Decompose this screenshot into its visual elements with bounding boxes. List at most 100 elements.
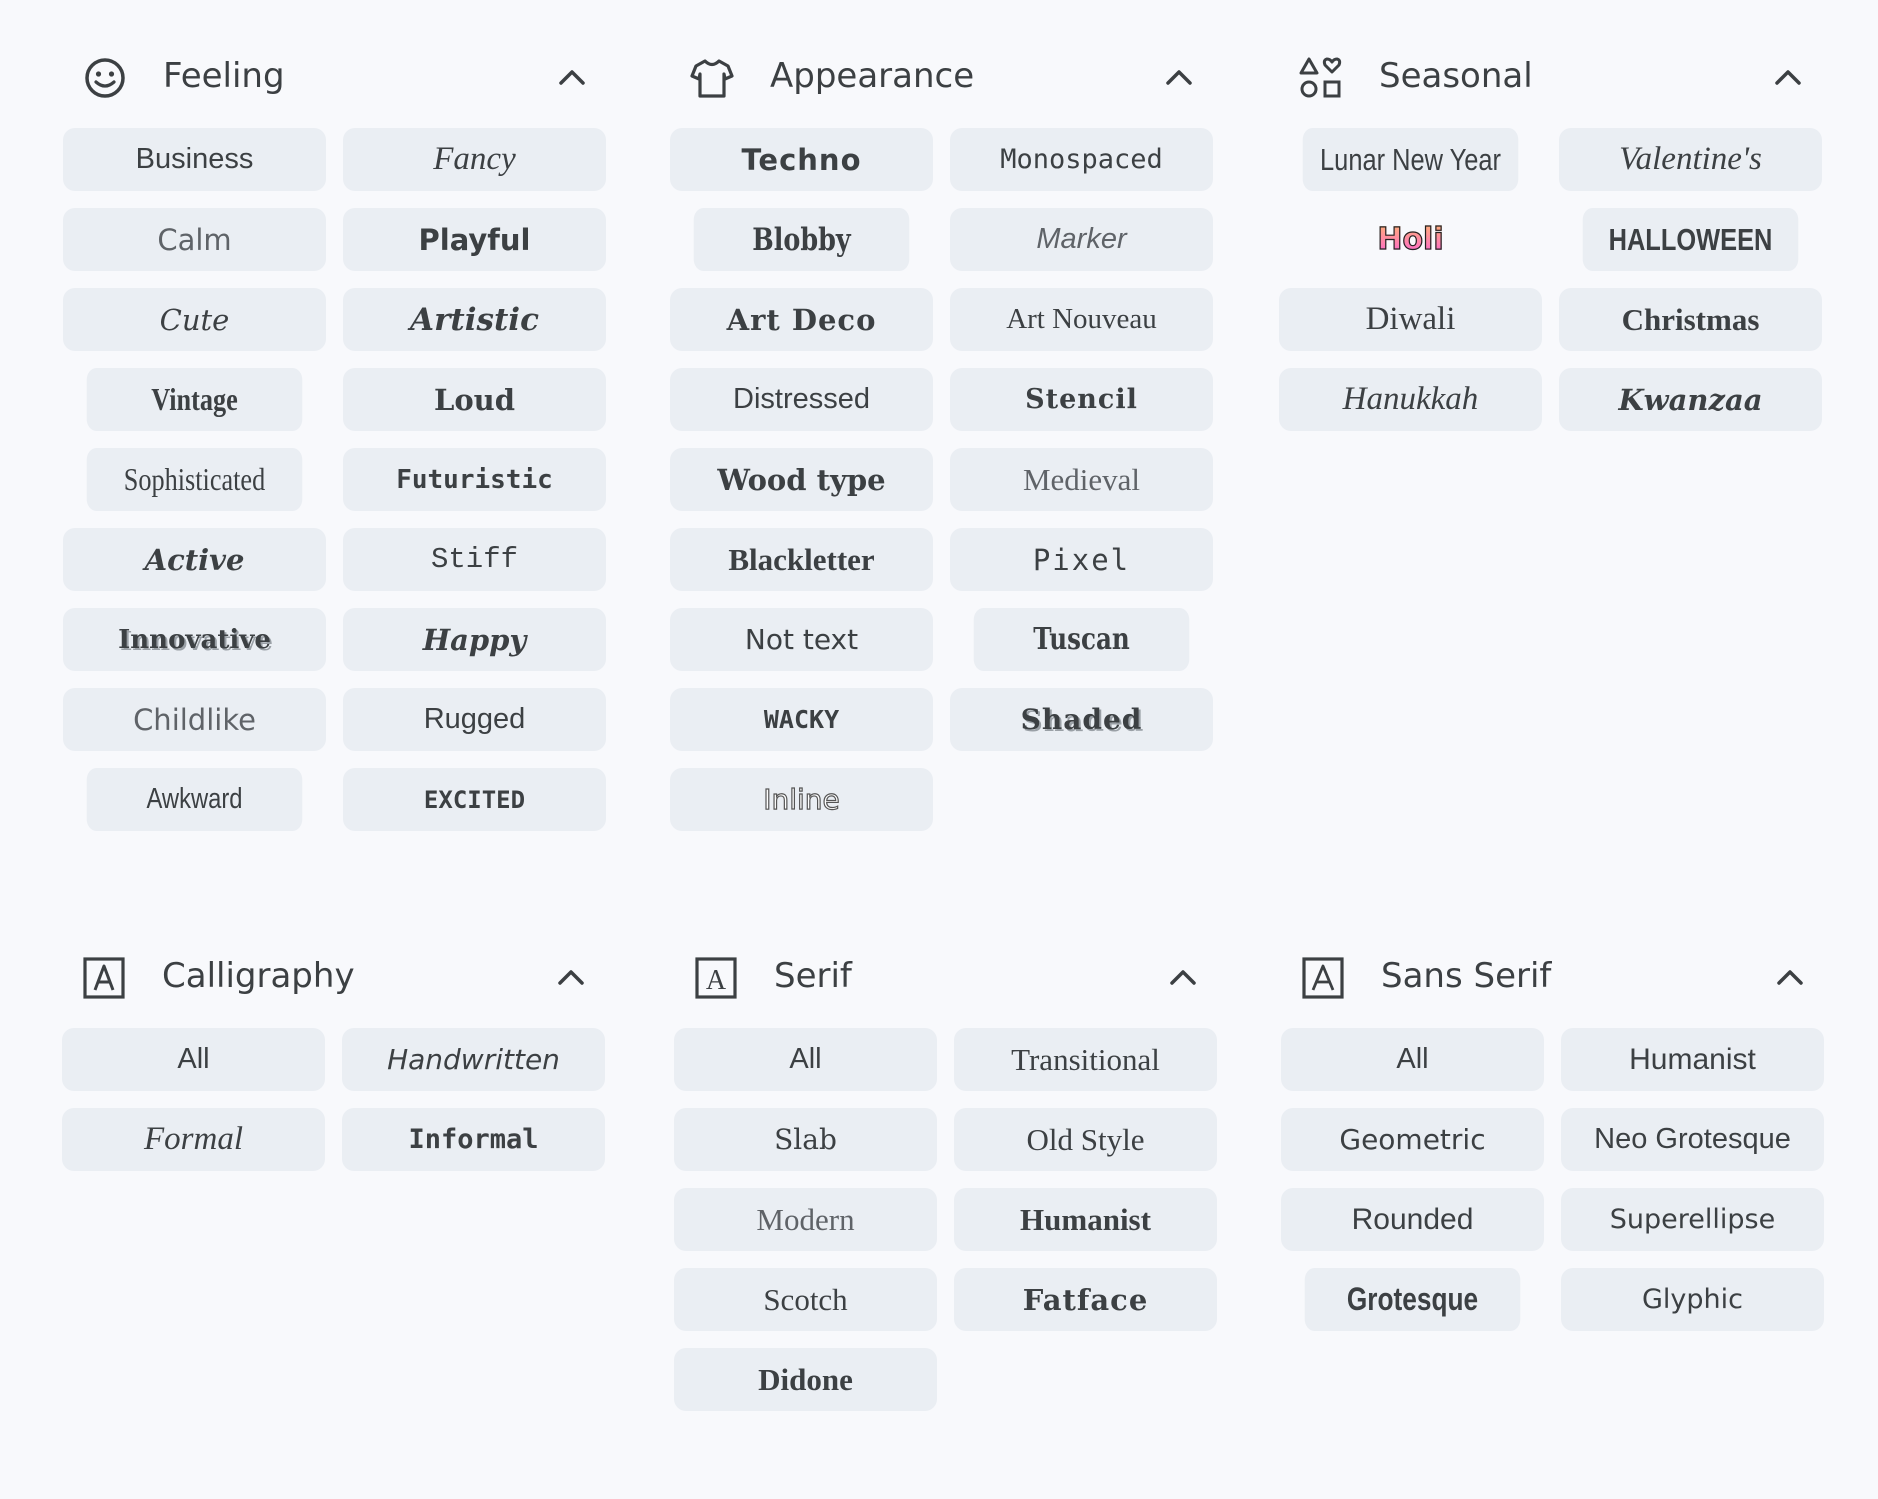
chip-grid-seasonal: Lunar New Year Valentine's Holi HALLOWEE… — [1279, 128, 1822, 431]
chip-calm[interactable]: Calm — [63, 208, 326, 271]
chip-medieval[interactable]: Medieval — [950, 448, 1213, 511]
chip-scotch[interactable]: Scotch — [674, 1268, 937, 1331]
chip-tuscan[interactable]: Tuscan — [973, 608, 1190, 671]
section-header-seasonal[interactable]: Seasonal — [1279, 38, 1825, 114]
section-header-calligraphy[interactable]: Calligraphy — [62, 938, 608, 1014]
chip-glyphic[interactable]: Glyphic — [1561, 1268, 1824, 1331]
collapse-chevron-up-icon[interactable] — [1162, 60, 1196, 94]
chip-business[interactable]: Business — [63, 128, 326, 191]
chip-all[interactable]: All — [62, 1028, 325, 1091]
chip-cute[interactable]: Cute — [63, 288, 326, 351]
section-feeling: Feeling Business Fancy Calm Playful Cute… — [63, 38, 609, 831]
chip-grid-feeling: Business Fancy Calm Playful Cute Artisti… — [63, 128, 606, 831]
chip-humanist[interactable]: Humanist — [954, 1188, 1217, 1251]
chip-holi[interactable]: Holi — [1279, 208, 1542, 271]
chip-grid-calligraphy: All Handwritten Formal Informal — [62, 1028, 605, 1171]
chip-lunar-new-year[interactable]: Lunar New Year — [1302, 128, 1519, 191]
chip-modern[interactable]: Modern — [674, 1188, 937, 1251]
collapse-chevron-up-icon[interactable] — [1773, 960, 1807, 994]
chip-transitional[interactable]: Transitional — [954, 1028, 1217, 1091]
chip-monospaced[interactable]: Monospaced — [950, 128, 1213, 191]
section-calligraphy: Calligraphy All Handwritten Formal Infor… — [62, 938, 608, 1171]
section-title: Serif — [774, 956, 852, 996]
smiley-face-icon — [83, 56, 127, 100]
chip-grid-appearance: Techno Monospaced Blobby Marker Art Deco… — [670, 128, 1213, 831]
chip-christmas[interactable]: Christmas — [1559, 288, 1822, 351]
section-title: Feeling — [163, 56, 285, 96]
chip-distressed[interactable]: Distressed — [670, 368, 933, 431]
chip-all[interactable]: All — [1281, 1028, 1544, 1091]
chip-stiff[interactable]: Stiff — [343, 528, 606, 591]
chip-blackletter[interactable]: Blackletter — [670, 528, 933, 591]
chip-valentines[interactable]: Valentine's — [1559, 128, 1822, 191]
section-title: Calligraphy — [162, 956, 355, 996]
calligraphy-a-icon — [82, 956, 126, 1000]
chip-halloween[interactable]: HALLOWEEN — [1582, 208, 1799, 271]
chip-happy[interactable]: Happy — [343, 608, 606, 671]
chip-playful[interactable]: Playful — [343, 208, 606, 271]
section-seasonal: Seasonal Lunar New Year Valentine's Holi… — [1279, 38, 1825, 431]
chip-sophisticated[interactable]: Sophisticated — [86, 448, 303, 511]
collapse-chevron-up-icon[interactable] — [554, 960, 588, 994]
chip-kwanzaa[interactable]: Kwanzaa — [1559, 368, 1822, 431]
chip-childlike[interactable]: Childlike — [63, 688, 326, 751]
collapse-chevron-up-icon[interactable] — [1166, 960, 1200, 994]
section-appearance: Appearance Techno Monospaced Blobby Mark… — [670, 38, 1216, 831]
chip-diwali[interactable]: Diwali — [1279, 288, 1542, 351]
chip-vintage[interactable]: Vintage — [86, 368, 303, 431]
chip-handwritten[interactable]: Handwritten — [342, 1028, 605, 1091]
chip-didone[interactable]: Didone — [674, 1348, 937, 1411]
chip-excited[interactable]: EXCITED — [343, 768, 606, 831]
chip-art-deco[interactable]: Art Deco — [670, 288, 933, 351]
serif-a-icon: A — [694, 956, 738, 1000]
chip-geometric[interactable]: Geometric — [1281, 1108, 1544, 1171]
chip-not-text[interactable]: Not text — [670, 608, 933, 671]
chip-marker[interactable]: Marker — [950, 208, 1213, 271]
chip-formal[interactable]: Formal — [62, 1108, 325, 1171]
chip-all[interactable]: All — [674, 1028, 937, 1091]
chip-awkward[interactable]: Awkward — [86, 768, 303, 831]
chip-wood-type[interactable]: Wood type — [670, 448, 933, 511]
chip-shaded[interactable]: Shaded — [950, 688, 1213, 751]
chip-art-nouveau[interactable]: Art Nouveau — [950, 288, 1213, 351]
collapse-chevron-up-icon[interactable] — [1771, 60, 1805, 94]
section-header-serif[interactable]: A Serif — [674, 938, 1220, 1014]
chip-wacky[interactable]: WACKY — [670, 688, 933, 751]
shapes-icon — [1299, 56, 1343, 100]
chip-pixel[interactable]: Pixel — [950, 528, 1213, 591]
chip-humanist[interactable]: Humanist — [1561, 1028, 1824, 1091]
chip-grid-sans-serif: All Humanist Geometric Neo Grotesque Rou… — [1281, 1028, 1824, 1331]
chip-informal[interactable]: Informal — [342, 1108, 605, 1171]
section-title: Sans Serif — [1381, 956, 1552, 996]
section-header-feeling[interactable]: Feeling — [63, 38, 609, 114]
chip-artistic[interactable]: Artistic — [343, 288, 606, 351]
chip-inline[interactable]: Inline — [670, 768, 933, 831]
chip-loud[interactable]: Loud — [343, 368, 606, 431]
chip-rounded[interactable]: Rounded — [1281, 1188, 1544, 1251]
chip-innovative[interactable]: Innovative — [63, 608, 326, 671]
chip-old-style[interactable]: Old Style — [954, 1108, 1217, 1171]
chip-fancy[interactable]: Fancy — [343, 128, 606, 191]
chip-rugged[interactable]: Rugged — [343, 688, 606, 751]
chip-stencil[interactable]: Stencil — [950, 368, 1213, 431]
tshirt-icon — [690, 56, 734, 100]
chip-grid-serif: All Transitional Slab Old Style Modern H… — [674, 1028, 1217, 1411]
chip-futuristic[interactable]: Futuristic — [343, 448, 606, 511]
chip-slab[interactable]: Slab — [674, 1108, 937, 1171]
chip-techno[interactable]: Techno — [670, 128, 933, 191]
sans-serif-a-icon — [1301, 956, 1345, 1000]
section-header-appearance[interactable]: Appearance — [670, 38, 1216, 114]
chip-hanukkah[interactable]: Hanukkah — [1279, 368, 1542, 431]
collapse-chevron-up-icon[interactable] — [555, 60, 589, 94]
section-serif: A Serif All Transitional Slab Old Style … — [674, 938, 1220, 1411]
chip-blobby[interactable]: Blobby — [693, 208, 910, 271]
section-sans-serif: Sans Serif All Humanist Geometric Neo Gr… — [1281, 938, 1827, 1331]
chip-superellipse[interactable]: Superellipse — [1561, 1188, 1824, 1251]
chip-neo-grotesque[interactable]: Neo Grotesque — [1561, 1108, 1824, 1171]
section-title: Appearance — [770, 56, 975, 96]
section-header-sans-serif[interactable]: Sans Serif — [1281, 938, 1827, 1014]
section-title: Seasonal — [1379, 56, 1533, 96]
chip-active[interactable]: Active — [63, 528, 326, 591]
chip-grotesque[interactable]: Grotesque — [1304, 1268, 1521, 1331]
chip-fatface[interactable]: Fatface — [954, 1268, 1217, 1331]
